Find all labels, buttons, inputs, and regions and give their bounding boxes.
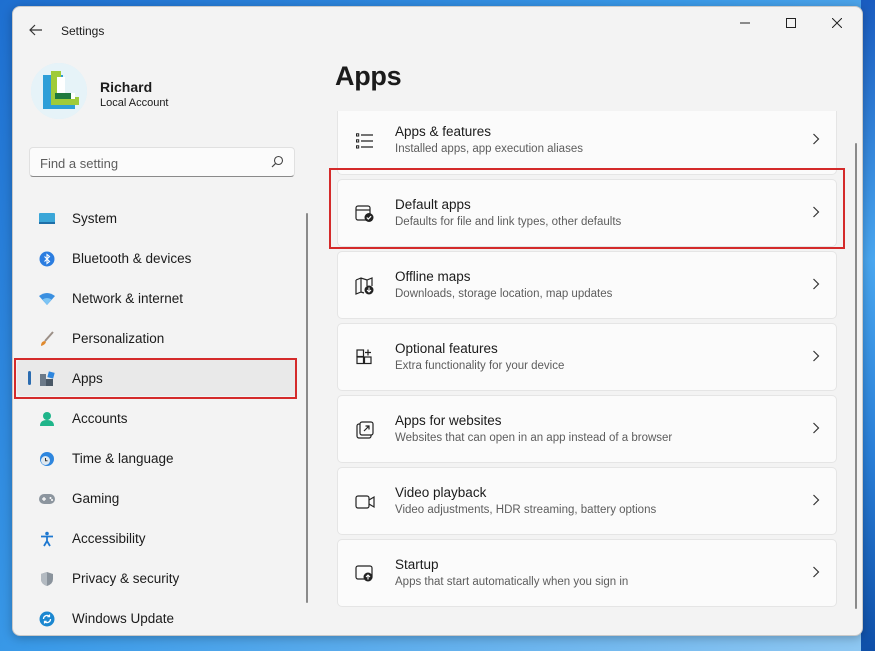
sidebar-item-label: Personalization bbox=[72, 330, 165, 346]
card-subtitle: Installed apps, app execution aliases bbox=[395, 143, 583, 155]
card-title: Offline maps bbox=[395, 269, 471, 284]
card-title: Apps & features bbox=[395, 124, 492, 139]
sidebar-item-bluetooth[interactable]: Bluetooth & devices bbox=[17, 240, 297, 276]
apps-for-websites-card[interactable]: Apps for websites Websites that can open… bbox=[337, 395, 837, 463]
card-title: Apps for websites bbox=[395, 413, 502, 428]
search-icon bbox=[271, 155, 284, 168]
chevron-right-icon bbox=[813, 422, 820, 434]
shield-icon bbox=[38, 570, 56, 588]
card-title: Video playback bbox=[395, 485, 487, 500]
map-download-icon bbox=[354, 275, 376, 297]
sidebar-item-privacy[interactable]: Privacy & security bbox=[17, 560, 297, 596]
startup-card[interactable]: Startup Apps that start automatically wh… bbox=[337, 539, 837, 607]
update-icon bbox=[38, 610, 56, 628]
card-subtitle: Websites that can open in an app instead… bbox=[395, 432, 673, 444]
desktop-wallpaper bbox=[861, 0, 875, 651]
video-playback-card[interactable]: Video playback Video adjustments, HDR st… bbox=[337, 467, 837, 535]
maximize-icon bbox=[786, 18, 796, 28]
list-icon bbox=[354, 130, 376, 152]
card-subtitle: Downloads, storage location, map updates bbox=[395, 288, 613, 300]
chevron-right-icon bbox=[813, 278, 820, 290]
maximize-button[interactable] bbox=[768, 7, 814, 39]
sidebar-item-accounts[interactable]: Accounts bbox=[17, 400, 297, 436]
search-input[interactable] bbox=[38, 148, 262, 178]
optional-features-card[interactable]: Optional features Extra functionality fo… bbox=[337, 323, 837, 391]
minimize-button[interactable] bbox=[722, 7, 768, 39]
close-button[interactable] bbox=[814, 7, 860, 39]
card-subtitle: Extra functionality for your device bbox=[395, 360, 565, 372]
card-subtitle: Video adjustments, HDR streaming, batter… bbox=[395, 504, 657, 516]
page-title: Apps bbox=[335, 61, 402, 91]
chevron-right-icon bbox=[813, 350, 820, 362]
sidebar-item-label: Bluetooth & devices bbox=[72, 250, 192, 266]
bluetooth-icon bbox=[38, 250, 56, 268]
sidebar-item-network[interactable]: Network & internet bbox=[17, 280, 297, 316]
sidebar-item-personalization[interactable]: Personalization bbox=[17, 320, 297, 356]
back-arrow-icon bbox=[29, 24, 42, 36]
chevron-right-icon bbox=[813, 133, 820, 145]
offline-maps-card[interactable]: Offline maps Downloads, storage location… bbox=[337, 251, 837, 319]
window-title: Settings bbox=[61, 24, 105, 38]
chevron-right-icon bbox=[813, 566, 820, 578]
card-subtitle: Apps that start automatically when you s… bbox=[395, 576, 629, 588]
grid-plus-icon bbox=[354, 347, 376, 369]
default-apps-highlight-box bbox=[329, 168, 845, 249]
sidebar-item-gaming[interactable]: Gaming bbox=[17, 480, 297, 516]
sidebar-item-label: Accessibility bbox=[72, 530, 146, 546]
back-button[interactable] bbox=[23, 17, 49, 43]
sidebar-item-label: Time & language bbox=[72, 450, 174, 466]
user-name: Richard bbox=[100, 79, 153, 95]
search-box[interactable] bbox=[29, 147, 295, 178]
monitor-icon bbox=[38, 210, 56, 228]
person-icon bbox=[38, 410, 56, 428]
sidebar-nav: System Bluetooth & devices Network & int… bbox=[13, 200, 303, 635]
gamepad-icon bbox=[38, 490, 56, 508]
brush-icon bbox=[38, 330, 56, 348]
title-bar: Settings bbox=[13, 7, 862, 47]
main-scrollbar[interactable] bbox=[855, 143, 857, 609]
close-icon bbox=[832, 18, 842, 28]
open-external-icon bbox=[354, 419, 376, 441]
card-title: Startup bbox=[395, 557, 439, 572]
account-type: Local Account bbox=[100, 97, 169, 109]
settings-window: Settings Richard Local Account System bbox=[12, 6, 863, 636]
sidebar-scrollbar[interactable] bbox=[306, 213, 308, 603]
chevron-right-icon bbox=[813, 494, 820, 506]
startup-icon bbox=[354, 563, 376, 585]
video-icon bbox=[354, 491, 376, 513]
sidebar-item-time-language[interactable]: Time & language bbox=[17, 440, 297, 476]
avatar-logo-icon bbox=[31, 63, 87, 119]
sidebar-item-label: Privacy & security bbox=[72, 570, 180, 586]
sidebar-item-label: Windows Update bbox=[72, 610, 175, 626]
apps-features-card[interactable]: Apps & features Installed apps, app exec… bbox=[337, 111, 837, 175]
sidebar-item-accessibility[interactable]: Accessibility bbox=[17, 520, 297, 556]
sidebar-item-windows-update[interactable]: Windows Update bbox=[17, 600, 297, 635]
sidebar-item-label: System bbox=[72, 210, 118, 226]
sidebar-item-label: Network & internet bbox=[72, 290, 184, 306]
apps-highlight-box bbox=[14, 358, 297, 399]
wifi-icon bbox=[38, 290, 56, 308]
card-title: Optional features bbox=[395, 341, 498, 356]
sidebar-item-system[interactable]: System bbox=[17, 200, 297, 236]
globe-clock-icon bbox=[38, 450, 56, 468]
minimize-icon bbox=[740, 22, 750, 24]
accessibility-icon bbox=[38, 530, 56, 548]
avatar[interactable] bbox=[31, 63, 87, 119]
sidebar-item-label: Accounts bbox=[72, 410, 128, 426]
sidebar-item-label: Gaming bbox=[72, 490, 120, 506]
